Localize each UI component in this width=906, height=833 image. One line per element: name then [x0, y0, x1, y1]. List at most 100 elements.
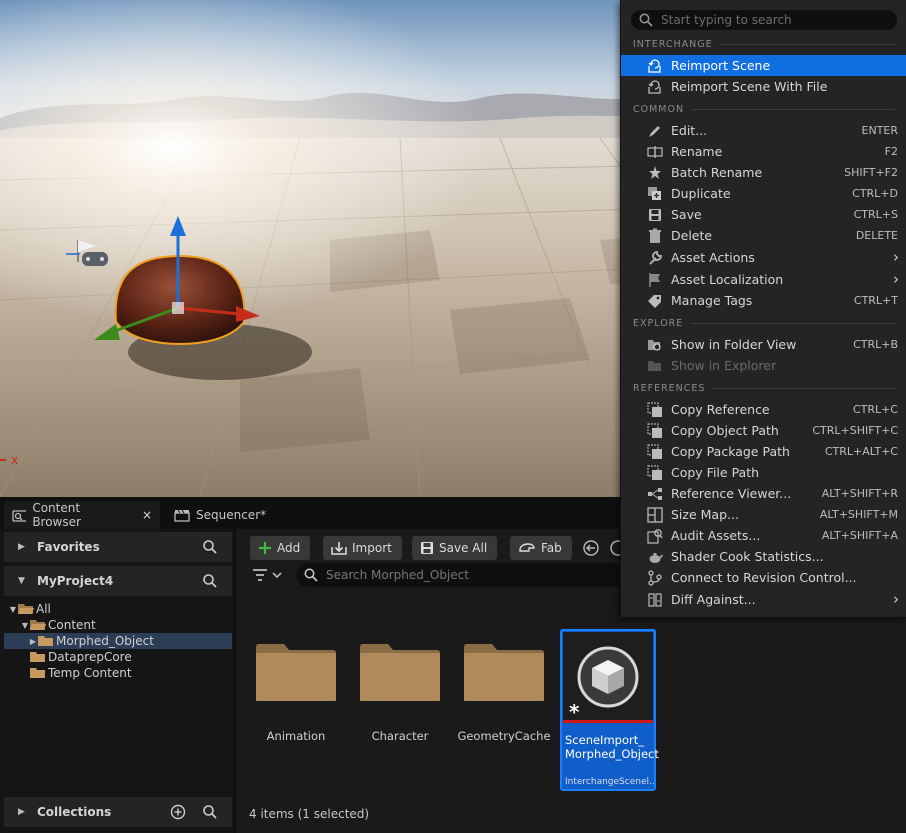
tree-item-content[interactable]: ▼ Content: [4, 617, 232, 633]
folder-label: GeometryCache: [457, 729, 551, 743]
section-header-common: COMMON: [633, 102, 895, 116]
menu-item-shader-cook-statistics[interactable]: Shader Cook Statistics...: [621, 546, 906, 567]
folder-icon: [360, 644, 440, 701]
filter-dropdown-icon[interactable]: [252, 567, 286, 583]
tree-item-label: Morphed_Object: [56, 634, 154, 648]
folder-icon: [30, 668, 45, 678]
menu-item-audit-assets[interactable]: Audit Assets... ALT+SHIFT+A: [621, 525, 906, 546]
teapot-icon: [649, 553, 663, 563]
size-map-icon: [647, 507, 663, 523]
folder-tile-character[interactable]: Character: [352, 629, 448, 789]
expanded-arrow-icon: ▼: [21, 620, 29, 630]
folder-open-icon: [18, 604, 34, 614]
menu-item-connect-revision-control[interactable]: Connect to Revision Control...: [621, 567, 906, 588]
expanded-arrow-icon: ▼: [9, 604, 17, 614]
axis-x-label: x: [11, 453, 18, 467]
fab-button[interactable]: Fab: [510, 536, 572, 560]
search-icon[interactable]: [202, 573, 218, 589]
favorites-label: Favorites: [37, 540, 100, 554]
folder-tile-geometrycache[interactable]: GeometryCache: [456, 629, 552, 789]
menu-item-save[interactable]: Save CTRL+S: [621, 204, 906, 225]
menu-item-copy-package-path[interactable]: Copy Package Path CTRL+ALT+C: [621, 441, 906, 462]
tab-label: Sequencer*: [196, 508, 267, 522]
tab-sequencer[interactable]: Sequencer*: [166, 501, 276, 529]
menu-item-reimport-scene-with-file[interactable]: Reimport Scene With File: [621, 76, 906, 97]
menu-item-copy-reference[interactable]: Copy Reference CTRL+C: [621, 399, 906, 420]
expanded-arrow-icon: ▼: [18, 576, 25, 586]
asset-name-line1: SceneImport_: [565, 733, 644, 747]
add-label: Add: [277, 541, 301, 555]
import-icon: [331, 542, 347, 555]
sources-panel: ▶ Favorites ▼ MyProject4 ▼ All ▼ Content…: [0, 529, 236, 833]
menu-item-manage-tags[interactable]: Manage Tags CTRL+T: [621, 290, 906, 311]
menu-item-batch-rename[interactable]: Batch Rename SHIFT+F2: [621, 162, 906, 183]
asset-search-input[interactable]: Search Morphed_Object: [296, 563, 626, 587]
wrench-icon: [649, 250, 663, 265]
tree-item-label: All: [36, 602, 51, 616]
menu-item-copy-file-path[interactable]: Copy File Path: [621, 462, 906, 483]
add-button[interactable]: Add: [250, 536, 311, 560]
menu-item-asset-localization[interactable]: Asset Localization ›: [621, 269, 906, 290]
forward-history-icon[interactable]: [610, 540, 620, 556]
folder-label: Character: [371, 729, 429, 743]
revision-control-icon: [648, 570, 662, 586]
tree-item-temp-content[interactable]: Temp Content: [4, 665, 232, 681]
scene-cube-icon: [577, 646, 639, 708]
tag-icon: [648, 295, 661, 308]
duplicate-icon: [648, 187, 661, 200]
fab-label: Fab: [541, 541, 562, 555]
copy-icon: [647, 423, 662, 438]
asset-type-color-bar: [563, 720, 653, 723]
collapsed-arrow-icon: ▶: [29, 636, 37, 646]
back-history-icon[interactable]: [583, 540, 599, 556]
menu-search-placeholder: Start typing to search: [661, 13, 792, 27]
add-circle-icon[interactable]: [170, 804, 186, 820]
folder-icon: [648, 361, 661, 371]
search-placeholder: Search Morphed_Object: [326, 568, 469, 582]
menu-item-delete[interactable]: Delete DELETE: [621, 225, 906, 246]
menu-item-reimport-scene[interactable]: Reimport Scene: [621, 55, 906, 76]
favorites-section-header[interactable]: ▶ Favorites: [4, 532, 232, 562]
submenu-arrow-icon: ›: [893, 270, 899, 288]
collections-label: Collections: [37, 805, 112, 819]
close-tab-icon[interactable]: ×: [142, 508, 152, 522]
menu-item-reference-viewer[interactable]: Reference Viewer... ALT+SHIFT+R: [621, 483, 906, 504]
import-button[interactable]: Import: [323, 536, 402, 560]
menu-item-copy-object-path[interactable]: Copy Object Path CTRL+SHIFT+C: [621, 420, 906, 441]
save-all-button[interactable]: Save All: [412, 536, 498, 560]
menu-search-input[interactable]: Start typing to search: [631, 10, 897, 30]
tree-item-dataprepcore[interactable]: DataprepCore: [4, 649, 232, 665]
rename-icon: [647, 146, 663, 158]
fab-icon: [519, 543, 535, 552]
menu-item-show-in-folder-view[interactable]: Show in Folder View CTRL+B: [621, 334, 906, 355]
project-section-header[interactable]: ▼ MyProject4: [4, 566, 232, 596]
flag-icon: [649, 273, 660, 287]
save-all-label: Save All: [439, 541, 488, 555]
collections-section-header[interactable]: ▶ Collections: [4, 797, 232, 827]
tree-item-label: Temp Content: [48, 666, 132, 680]
tree-item-label: DataprepCore: [48, 650, 132, 664]
collapsed-arrow-icon: ▶: [18, 807, 25, 817]
tab-content-browser[interactable]: Content Browser ×: [4, 501, 160, 529]
folder-label: Animation: [266, 729, 326, 743]
tree-item-label: Content: [48, 618, 96, 632]
reference-viewer-icon: [648, 488, 662, 500]
tree-item-morphed-object[interactable]: ▶ Morphed_Object: [4, 633, 232, 649]
menu-item-size-map[interactable]: Size Map... ALT+SHIFT+M: [621, 504, 906, 525]
folder-icon: [256, 644, 336, 701]
search-icon: [639, 13, 653, 27]
asset-tile-sceneimport[interactable]: * SceneImport_ Morphed_Object Interchang…: [560, 629, 659, 791]
tab-label: Content Browser: [32, 501, 81, 529]
menu-item-asset-actions[interactable]: Asset Actions ›: [621, 247, 906, 268]
search-icon[interactable]: [202, 804, 218, 820]
asset-thumbnail: *: [563, 632, 653, 724]
menu-item-diff-against[interactable]: Diff Against... ›: [621, 589, 906, 610]
search-icon[interactable]: [202, 539, 218, 555]
menu-item-edit[interactable]: Edit... ENTER: [621, 120, 906, 141]
folder-tile-animation[interactable]: Animation: [248, 629, 344, 789]
menu-item-rename[interactable]: Rename F2: [621, 141, 906, 162]
menu-item-duplicate[interactable]: Duplicate CTRL+D: [621, 183, 906, 204]
import-label: Import: [352, 541, 392, 555]
content-browser-icon: [12, 510, 27, 522]
tree-item-all[interactable]: ▼ All: [4, 601, 232, 617]
